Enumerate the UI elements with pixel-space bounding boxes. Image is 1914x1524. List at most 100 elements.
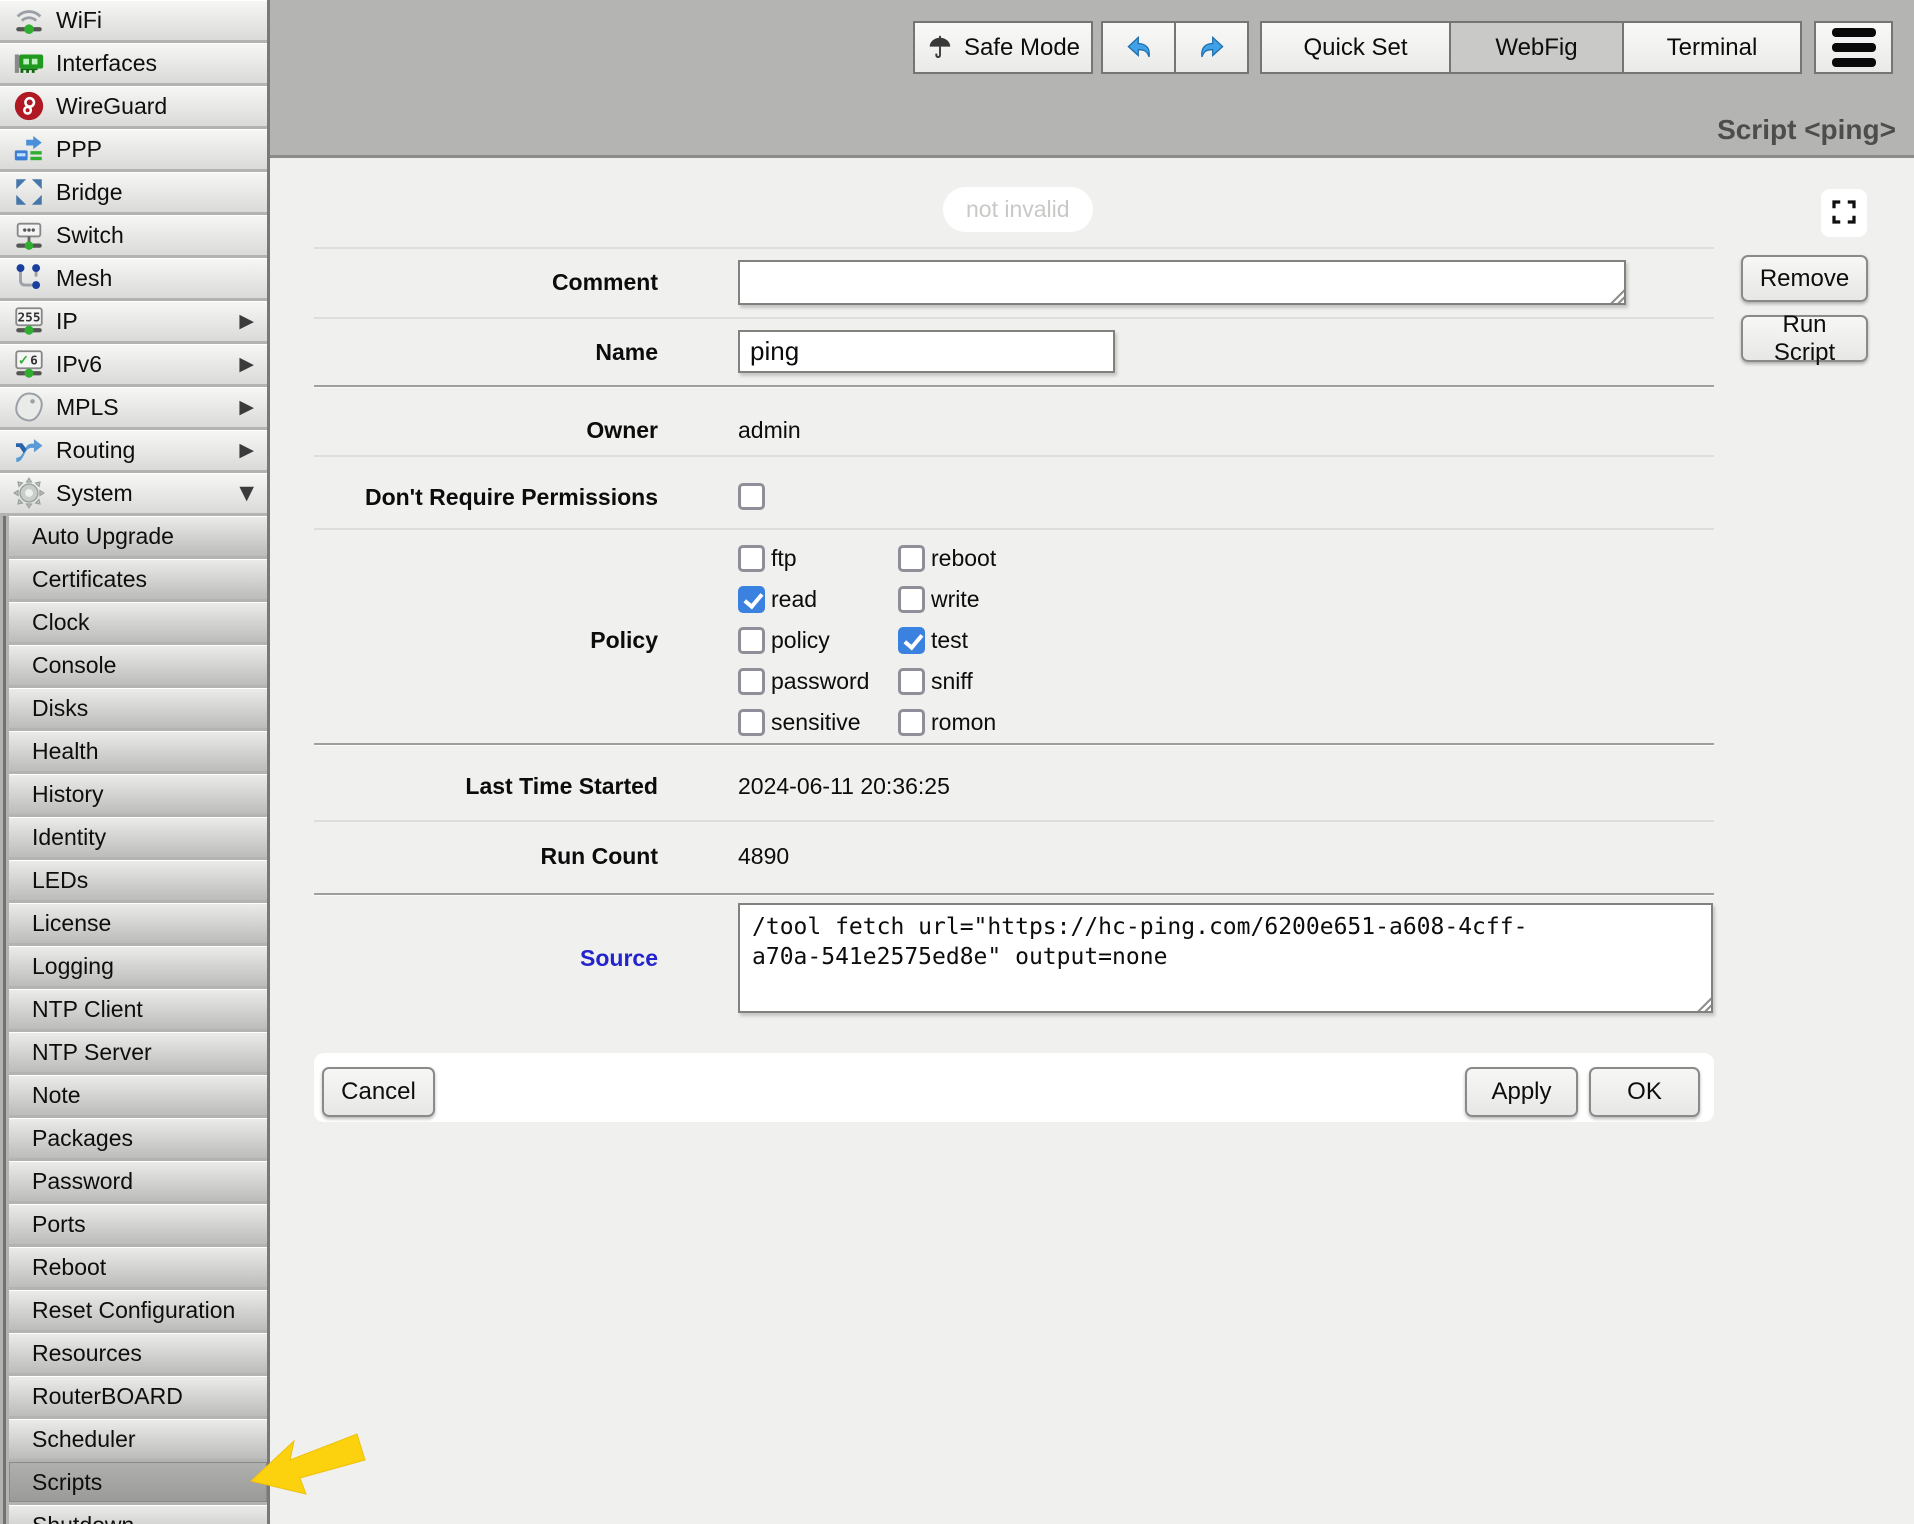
policy-checkbox-romon[interactable] — [898, 709, 925, 736]
divider — [314, 247, 1714, 249]
cancel-button[interactable]: Cancel — [322, 1067, 435, 1117]
sidebar-item-wifi[interactable]: WiFi — [0, 0, 267, 40]
sidebar-item-ipv6[interactable]: ✓6IPv6▶ — [0, 344, 267, 384]
safe-mode-button[interactable]: Safe Mode — [913, 21, 1093, 74]
policy-checkbox-ftp[interactable] — [738, 545, 765, 572]
sidebar-item-system[interactable]: System▼ — [0, 473, 267, 513]
sidebar-item-label: IP — [56, 308, 239, 335]
sidebar-item-label: Mesh — [56, 265, 267, 292]
sidebar-item-bridge[interactable]: Bridge — [0, 172, 267, 212]
fullscreen-button[interactable] — [1821, 189, 1867, 237]
sidebar-item-note[interactable]: Note — [9, 1075, 267, 1115]
policy-option-label: sniff — [931, 668, 973, 695]
system-icon — [12, 476, 46, 510]
redo-button[interactable] — [1174, 21, 1249, 74]
sidebar-item-resources[interactable]: Resources — [9, 1333, 267, 1373]
sidebar-item-label: LEDs — [32, 867, 267, 894]
hamburger-icon — [1832, 28, 1876, 37]
sidebar-item-license[interactable]: License — [9, 903, 267, 943]
sidebar-item-label: WiFi — [56, 7, 267, 34]
sidebar-item-health[interactable]: Health — [9, 731, 267, 771]
sidebar-item-ports[interactable]: Ports — [9, 1204, 267, 1244]
sidebar-item-certificates[interactable]: Certificates — [9, 559, 267, 599]
wifi-icon — [12, 3, 46, 37]
interfaces-icon — [12, 46, 46, 80]
wireguard-icon — [12, 89, 46, 123]
sidebar-item-packages[interactable]: Packages — [9, 1118, 267, 1158]
sidebar-item-label: Auto Upgrade — [32, 523, 267, 550]
sidebar-item-interfaces[interactable]: Interfaces — [0, 43, 267, 83]
policy-checkbox-sensitive[interactable] — [738, 709, 765, 736]
bridge-icon — [12, 175, 46, 209]
policy-checkbox-policy[interactable] — [738, 627, 765, 654]
sidebar-item-auto-upgrade[interactable]: Auto Upgrade — [9, 516, 267, 556]
sidebar-item-label: Note — [32, 1082, 267, 1109]
sidebar-item-ip[interactable]: 255IP▶ — [0, 301, 267, 341]
policy-checkbox-sniff[interactable] — [898, 668, 925, 695]
sidebar-item-leds[interactable]: LEDs — [9, 860, 267, 900]
apply-button[interactable]: Apply — [1465, 1067, 1578, 1117]
sidebar-item-password[interactable]: Password — [9, 1161, 267, 1201]
status-badge: not invalid — [943, 187, 1093, 232]
source-input[interactable]: /tool fetch url="https://hc-ping.com/620… — [738, 903, 1713, 1013]
undo-icon — [1122, 31, 1156, 65]
sidebar-item-label: Health — [32, 738, 267, 765]
divider — [314, 385, 1714, 388]
sidebar-item-switch[interactable]: Switch — [0, 215, 267, 255]
dont-require-permissions-checkbox[interactable] — [738, 483, 765, 510]
sidebar-item-label: Resources — [32, 1340, 267, 1367]
comment-input[interactable] — [738, 260, 1626, 305]
sidebar-item-identity[interactable]: Identity — [9, 817, 267, 857]
content-area: not invalid Remove Run Script Comment Na… — [270, 158, 1914, 1524]
umbrella-icon — [926, 34, 954, 62]
policy-checkbox-test[interactable] — [898, 627, 925, 654]
divider — [314, 893, 1714, 896]
last-time-started-label: Last Time Started — [270, 772, 658, 800]
sidebar-item-console[interactable]: Console — [9, 645, 267, 685]
tab-webfig[interactable]: WebFig — [1449, 21, 1624, 74]
tab-quick-set[interactable]: Quick Set — [1260, 21, 1451, 74]
name-input[interactable] — [738, 330, 1115, 373]
sidebar-item-ntp-server[interactable]: NTP Server — [9, 1032, 267, 1072]
policy-checkbox-reboot[interactable] — [898, 545, 925, 572]
undo-button[interactable] — [1101, 21, 1176, 74]
sidebar-item-routerboard[interactable]: RouterBOARD — [9, 1376, 267, 1416]
divider — [314, 820, 1714, 822]
sidebar-item-label: Shutdown — [32, 1512, 267, 1524]
sidebar-item-label: Scheduler — [32, 1426, 267, 1453]
run-script-button[interactable]: Run Script — [1741, 315, 1868, 362]
sidebar-item-scripts[interactable]: Scripts — [9, 1462, 267, 1502]
policy-checkbox-password[interactable] — [738, 668, 765, 695]
sidebar-item-logging[interactable]: Logging — [9, 946, 267, 986]
tab-terminal[interactable]: Terminal — [1622, 21, 1802, 74]
fullscreen-icon — [1829, 197, 1859, 230]
sidebar-item-history[interactable]: History — [9, 774, 267, 814]
sidebar-item-disks[interactable]: Disks — [9, 688, 267, 728]
sidebar-item-reboot[interactable]: Reboot — [9, 1247, 267, 1287]
sidebar-item-routing[interactable]: Routing▶ — [0, 430, 267, 470]
sidebar-item-ntp-client[interactable]: NTP Client — [9, 989, 267, 1029]
policy-option-label: reboot — [931, 545, 996, 572]
policy-checkbox-read[interactable] — [738, 586, 765, 613]
sidebar-item-mpls[interactable]: MPLS▶ — [0, 387, 267, 427]
sidebar-item-wireguard[interactable]: WireGuard — [0, 86, 267, 126]
sidebar-main-menu: WiFi InterfacesWireGuardPPPBridgeSwitch Me… — [0, 0, 267, 513]
sidebar-item-mesh[interactable]: Mesh — [0, 258, 267, 298]
ok-button[interactable]: OK — [1589, 1067, 1700, 1117]
name-label: Name — [270, 338, 658, 366]
policy-checkbox-write[interactable] — [898, 586, 925, 613]
policy-option-label: password — [771, 668, 869, 695]
sidebar-item-scheduler[interactable]: Scheduler — [9, 1419, 267, 1459]
remove-button[interactable]: Remove — [1741, 255, 1868, 302]
sidebar-item-label: Ports — [32, 1211, 267, 1238]
sidebar-item-clock[interactable]: Clock — [9, 602, 267, 642]
sidebar-item-ppp[interactable]: PPP — [0, 129, 267, 169]
policy-option-label: romon — [931, 709, 996, 736]
menu-hamburger-button[interactable] — [1814, 21, 1893, 74]
sidebar-item-reset-configuration[interactable]: Reset Configuration — [9, 1290, 267, 1330]
sidebar-item-label: Console — [32, 652, 267, 679]
sidebar-item-label: Reset Configuration — [32, 1297, 267, 1324]
sidebar-item-label: NTP Client — [32, 996, 267, 1023]
terminal-label: Terminal — [1667, 34, 1758, 62]
sidebar-item-shutdown[interactable]: Shutdown — [9, 1505, 267, 1524]
